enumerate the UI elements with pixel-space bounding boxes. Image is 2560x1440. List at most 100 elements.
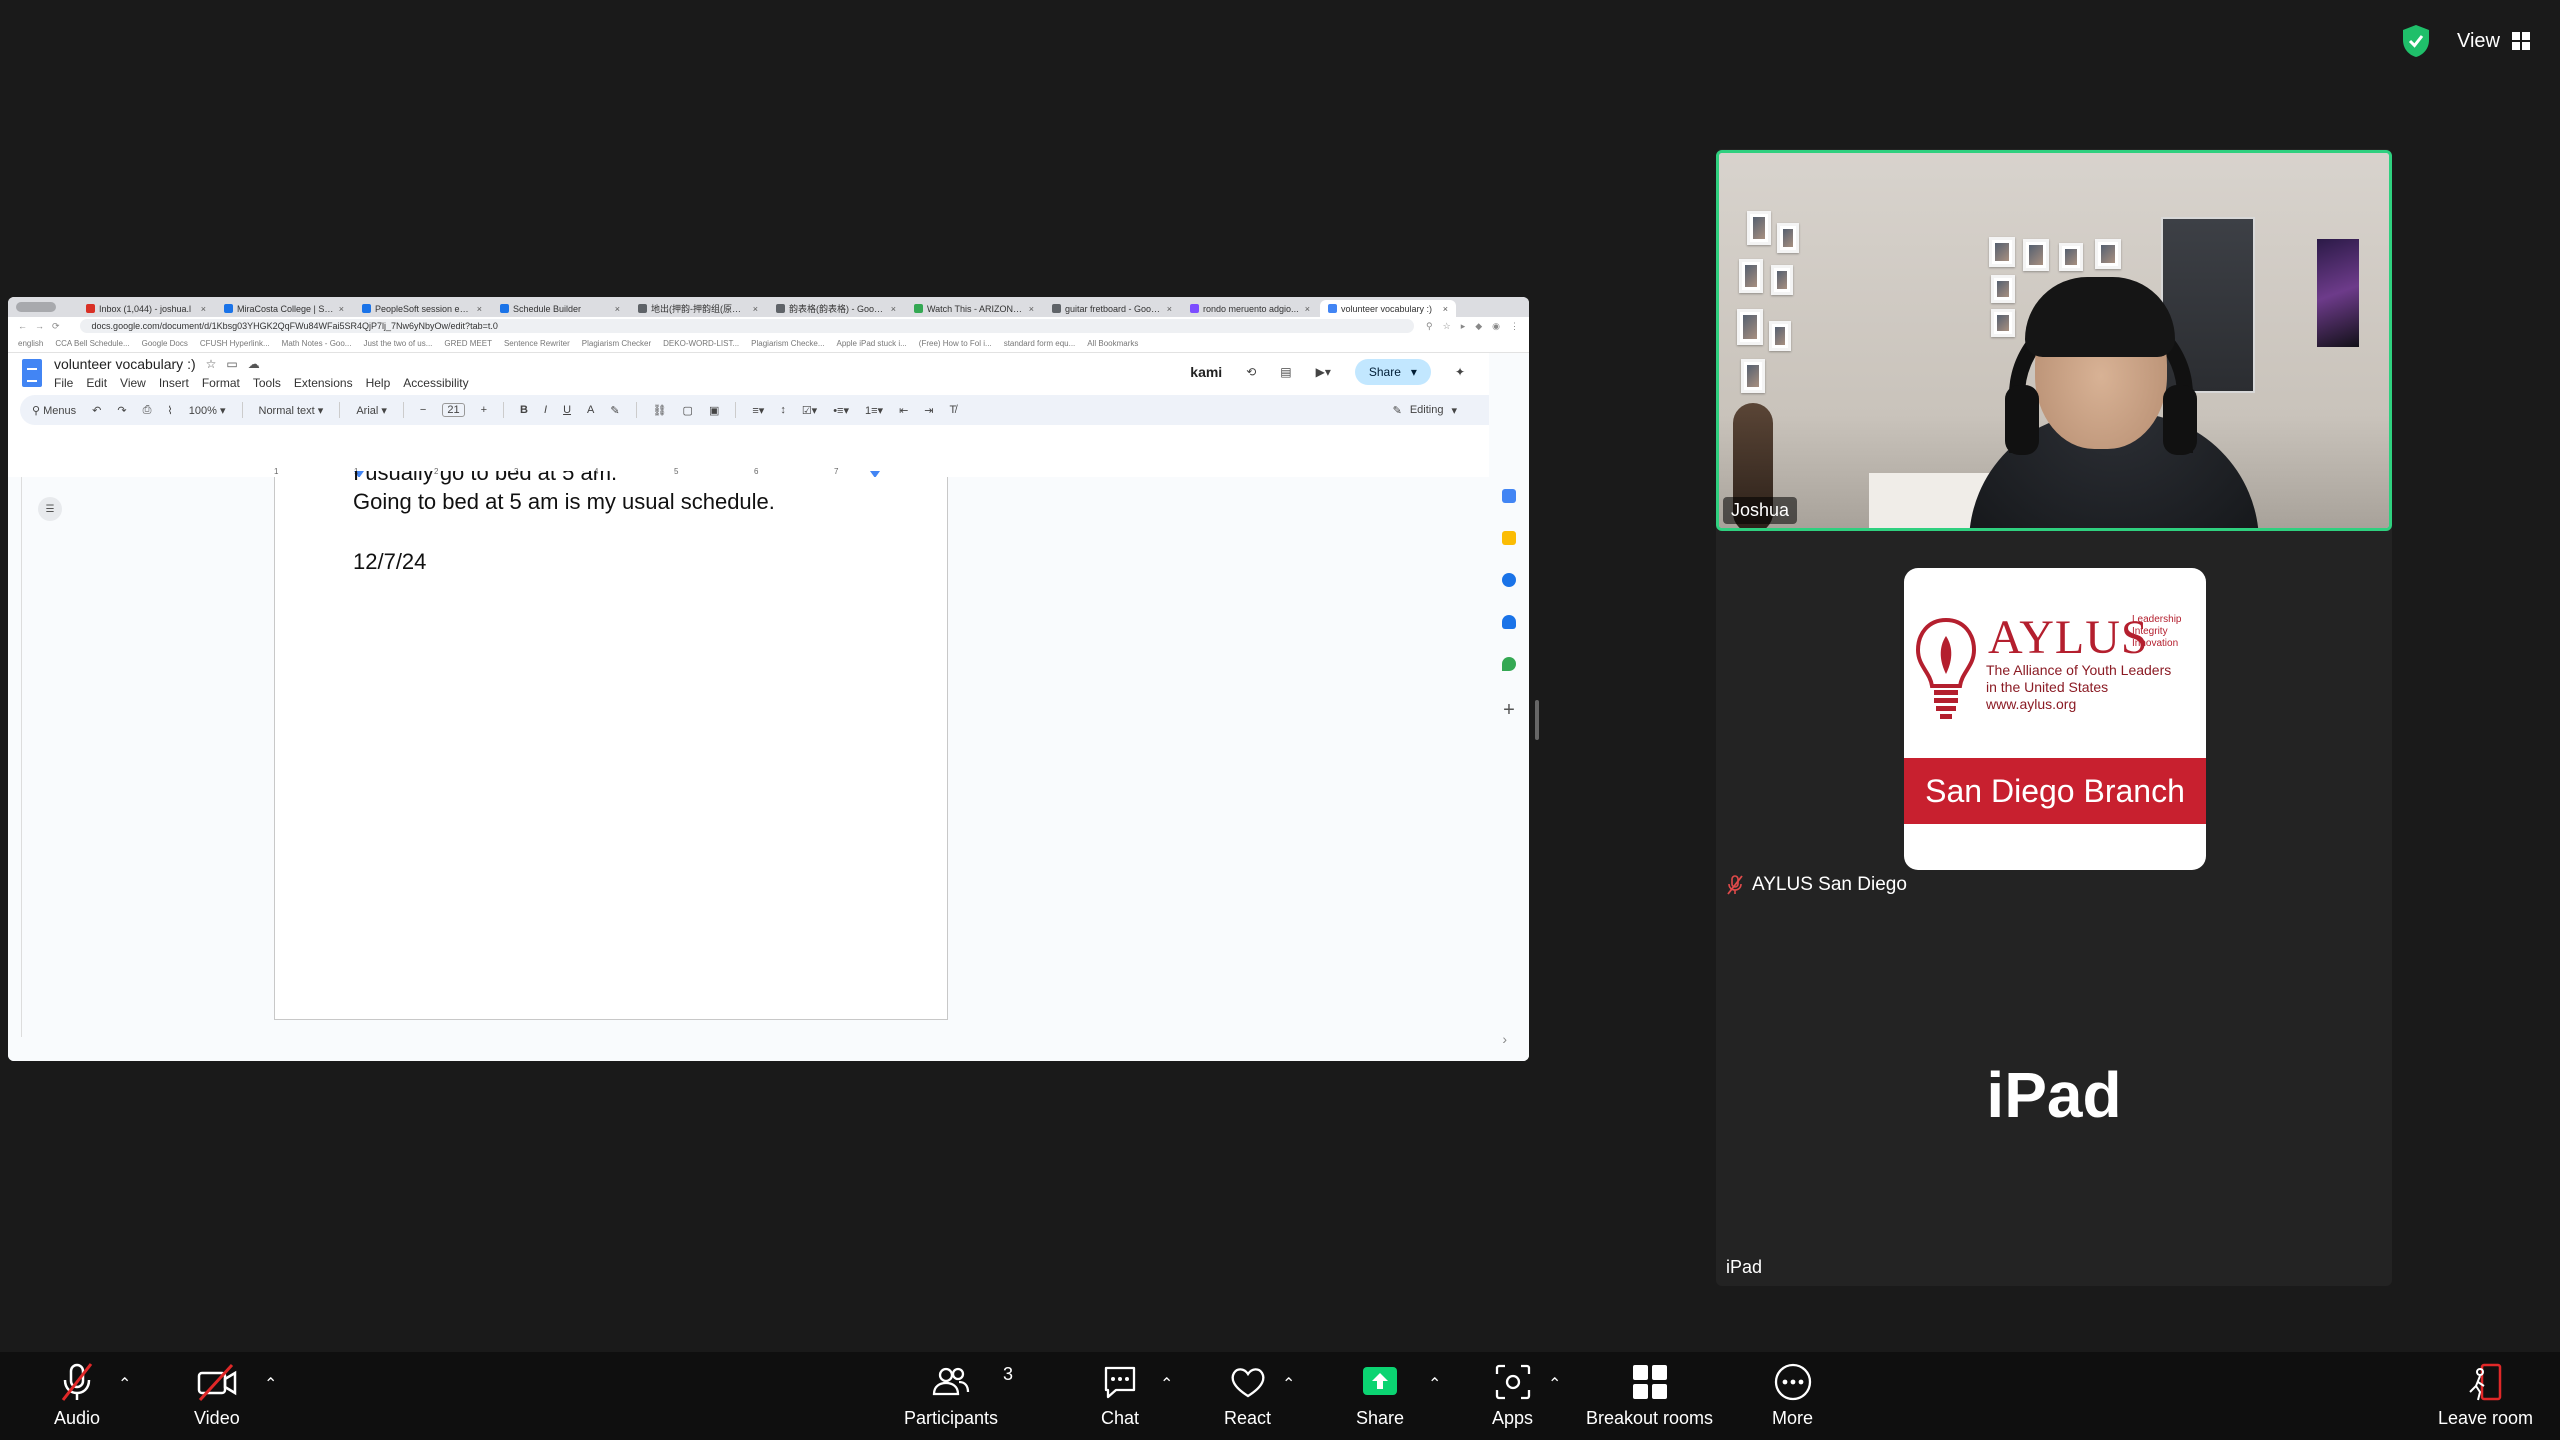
text-color-icon[interactable]: A xyxy=(587,404,594,416)
menu-extensions[interactable]: Extensions xyxy=(294,376,353,390)
calendar-icon[interactable] xyxy=(1502,489,1516,503)
tab-close-icon[interactable]: × xyxy=(615,304,620,314)
tab-close-icon[interactable]: × xyxy=(339,304,344,314)
browser-tab[interactable]: Inbox (1,044) - joshua.l × xyxy=(78,300,214,317)
video-button[interactable]: Video xyxy=(194,1362,240,1429)
menus-search[interactable]: ⚲ Menus xyxy=(32,404,76,417)
browser-tab[interactable]: 地出(押韵-押韵组(原押韵) × xyxy=(630,300,766,317)
link-icon[interactable]: ⛓ xyxy=(653,404,667,417)
bookmark-item[interactable]: Apple iPad stuck i... xyxy=(837,339,907,348)
style-select[interactable]: Normal text ▾ xyxy=(259,404,324,417)
browser-tab[interactable]: rondo meruento adgio... × xyxy=(1182,300,1318,317)
font-size-decrease[interactable]: − xyxy=(420,404,426,416)
tab-close-icon[interactable]: × xyxy=(1167,304,1172,314)
add-addon-icon[interactable]: + xyxy=(1503,699,1515,722)
bold-icon[interactable]: B xyxy=(520,404,528,416)
tab-close-icon[interactable]: × xyxy=(201,304,206,314)
numbered-list-icon[interactable]: 1≡▾ xyxy=(865,404,883,417)
cloud-icon[interactable]: ☁ xyxy=(248,357,260,371)
bookmark-item[interactable]: CCA Bell Schedule... xyxy=(55,339,129,348)
browser-tab[interactable]: guitar fretboard - Goog... × xyxy=(1044,300,1180,317)
tab-close-icon[interactable]: × xyxy=(477,304,482,314)
tab-close-icon[interactable]: × xyxy=(891,304,896,314)
editing-mode-select[interactable]: ✎ Editing ▾ xyxy=(1393,404,1457,417)
video-tile-ipad[interactable]: iPad iPad xyxy=(1716,912,2392,1286)
menu-view[interactable]: View xyxy=(120,376,146,390)
tasks-icon[interactable] xyxy=(1502,573,1516,587)
bookmark-item[interactable]: GRED MEET xyxy=(444,339,492,348)
video-tile-joshua[interactable]: Joshua xyxy=(1716,150,2392,531)
font-size-field[interactable]: 21 xyxy=(442,403,465,417)
doc-title[interactable]: volunteer vocabulary :) xyxy=(54,356,196,372)
meet-icon[interactable]: ▶▾ xyxy=(1316,365,1331,379)
bookmark-item[interactable]: DEKO-WORD-LIST... xyxy=(663,339,739,348)
nav-arrows-icon[interactable]: ←→⟳ xyxy=(18,321,68,332)
split-divider-handle[interactable] xyxy=(1535,700,1539,740)
breakout-rooms-button[interactable]: Breakout rooms xyxy=(1586,1362,1713,1429)
bookmark-item[interactable]: Plagiarism Checker xyxy=(582,339,651,348)
menu-file[interactable]: File xyxy=(54,376,73,390)
security-shield-icon[interactable] xyxy=(2401,24,2431,58)
browser-tab[interactable]: Watch This - ARIZONA... × xyxy=(906,300,1042,317)
bookmark-item[interactable]: english xyxy=(18,339,43,348)
apps-options-caret[interactable]: ⌃ xyxy=(1548,1374,1561,1394)
comments-icon[interactable]: ▤ xyxy=(1280,365,1291,379)
browser-tab[interactable]: volunteer vocabulary :) × xyxy=(1320,300,1456,317)
history-icon[interactable]: ⟲ xyxy=(1246,365,1256,379)
leave-room-button[interactable]: Leave room xyxy=(2438,1362,2533,1429)
docs-logo-icon[interactable] xyxy=(22,359,42,387)
bookmark-item[interactable]: Sentence Rewriter xyxy=(504,339,570,348)
share-screen-button[interactable]: Share xyxy=(1356,1362,1404,1429)
folder-icon[interactable]: ▭ xyxy=(226,357,237,371)
tab-close-icon[interactable]: × xyxy=(1305,304,1310,314)
align-icon[interactable]: ≡▾ xyxy=(752,404,764,417)
checklist-icon[interactable]: ☑▾ xyxy=(802,404,817,417)
apps-button[interactable]: Apps xyxy=(1492,1362,1533,1429)
outline-icon[interactable]: ☰ xyxy=(38,497,62,521)
bookmark-item[interactable]: standard form equ... xyxy=(1004,339,1076,348)
react-button[interactable]: React xyxy=(1224,1362,1271,1429)
italic-icon[interactable]: I xyxy=(544,404,547,416)
bookmark-item[interactable]: (Free) How to Fol i... xyxy=(919,339,992,348)
maps-icon[interactable] xyxy=(1502,657,1516,671)
url-field[interactable]: docs.google.com/document/d/1Kbsg03YHGK2Q… xyxy=(79,319,1415,333)
browser-tab[interactable]: MiraCosta College | Se... × xyxy=(216,300,352,317)
star-icon[interactable]: ☆ xyxy=(206,357,217,371)
keep-icon[interactable] xyxy=(1502,531,1516,545)
zoom-select[interactable]: 100% ▾ xyxy=(189,404,226,417)
chat-button[interactable]: Chat xyxy=(1100,1362,1140,1429)
share-doc-button[interactable]: Share ▾ xyxy=(1354,359,1431,385)
doc-page[interactable]: I usually go to bed at 5 am. Going to be… xyxy=(274,471,948,1020)
redo-icon[interactable]: ↷ xyxy=(117,404,126,417)
font-select[interactable]: Arial ▾ xyxy=(356,404,387,417)
more-button[interactable]: More xyxy=(1772,1362,1813,1429)
print-icon[interactable]: ⎙ xyxy=(143,404,152,417)
browser-tab[interactable]: PeopleSoft session exp... × xyxy=(354,300,490,317)
image-icon[interactable]: ▣ xyxy=(709,404,719,417)
video-tile-aylus[interactable]: AYLUS Leadership Integrity Innovation Th… xyxy=(1716,534,2392,911)
menu-edit[interactable]: Edit xyxy=(86,376,107,390)
extensions-icons[interactable]: ⚲☆▸◆◉⋮ xyxy=(1426,321,1529,332)
browser-tab[interactable]: Schedule Builder × xyxy=(492,300,628,317)
audio-button[interactable]: Audio xyxy=(54,1362,100,1429)
tab-close-icon[interactable]: × xyxy=(753,304,758,314)
line-spacing-icon[interactable]: ↕ xyxy=(780,404,786,416)
indent-decrease-icon[interactable]: ⇤ xyxy=(899,404,908,417)
bookmark-item[interactable]: Math Notes - Goo... xyxy=(282,339,352,348)
indent-increase-icon[interactable]: ⇥ xyxy=(924,404,933,417)
participants-button[interactable]: 3 Participants xyxy=(904,1362,1013,1429)
bookmark-item[interactable]: Google Docs xyxy=(142,339,188,348)
bookmark-item[interactable]: All Bookmarks xyxy=(1087,339,1138,348)
undo-icon[interactable]: ↶ xyxy=(92,404,101,417)
highlight-icon[interactable]: ✎ xyxy=(610,404,619,417)
comment-add-icon[interactable]: ▢ xyxy=(683,404,693,417)
video-options-caret[interactable]: ⌃ xyxy=(264,1374,277,1394)
bookmark-item[interactable]: CFUSH Hyperlink... xyxy=(200,339,270,348)
tab-close-icon[interactable]: × xyxy=(1443,304,1448,314)
chevron-right-icon[interactable]: › xyxy=(1502,1031,1507,1047)
react-options-caret[interactable]: ⌃ xyxy=(1282,1374,1295,1394)
clear-format-icon[interactable]: T̸ xyxy=(950,404,957,416)
bookmark-item[interactable]: Plagiarism Checke... xyxy=(751,339,824,348)
menu-format[interactable]: Format xyxy=(202,376,240,390)
bullet-list-icon[interactable]: •≡▾ xyxy=(833,404,849,417)
